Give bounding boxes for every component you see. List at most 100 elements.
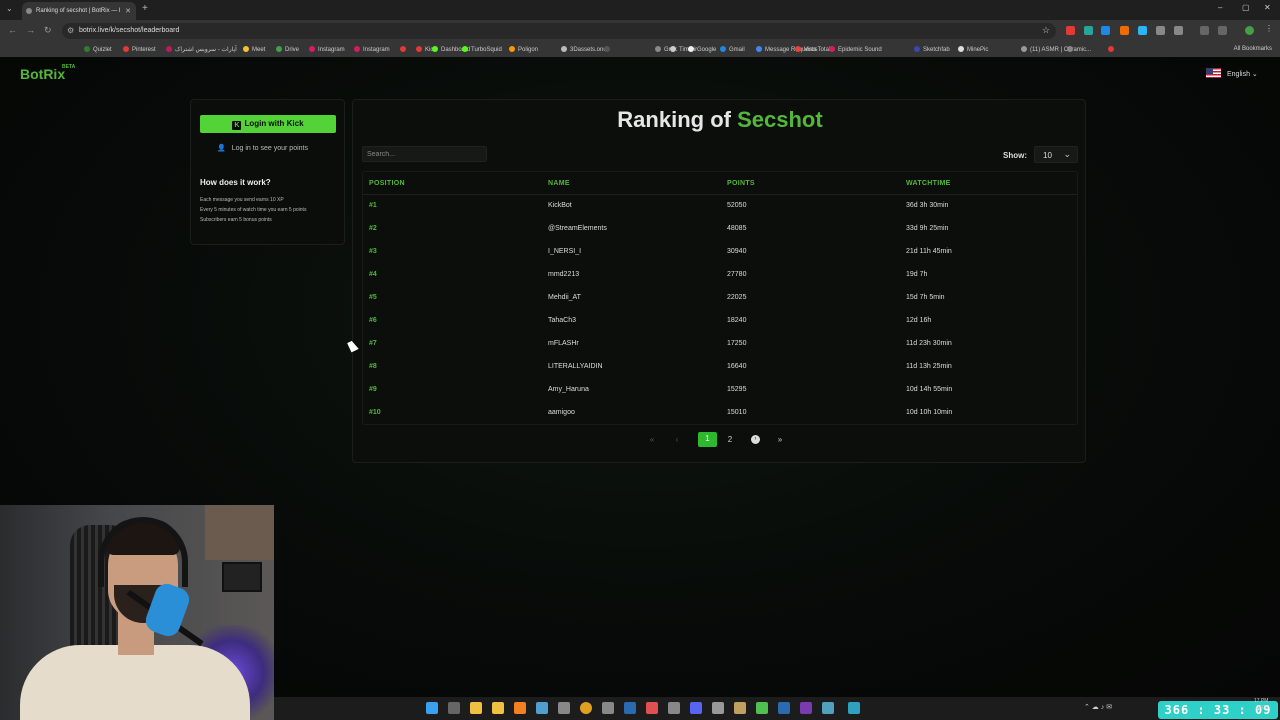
- table-row[interactable]: #3 I_NERSI_I 30940 21d 11h 45min: [363, 241, 1077, 264]
- taskbar-app-icon[interactable]: [756, 702, 768, 714]
- bookmark-item[interactable]: Quizlet: [84, 46, 112, 53]
- table-row[interactable]: #4 mmd2213 27780 19d 7h: [363, 264, 1077, 287]
- bookmark-item[interactable]: Drive: [276, 46, 299, 53]
- address-bar[interactable]: ⚙ botrix.live/k/secshot/leaderboard ☆: [62, 23, 1056, 39]
- bookmark-item[interactable]: Poligon: [509, 46, 538, 53]
- bookmark-item[interactable]: [1067, 46, 1076, 53]
- taskbar-app-icon[interactable]: [800, 702, 812, 714]
- bookmark-star-icon[interactable]: ☆: [1042, 25, 1050, 36]
- taskbar-app-icon[interactable]: [668, 702, 680, 714]
- table-row[interactable]: #9 Amy_Haruna 15295 10d 14h 55min: [363, 379, 1077, 402]
- chrome-icon[interactable]: [580, 702, 592, 714]
- tab-close-icon[interactable]: ✕: [125, 7, 131, 15]
- bookmark-item[interactable]: (11) ASMR | Ceramic...: [1021, 46, 1091, 53]
- cell-points: 48085: [727, 225, 747, 232]
- extension-icon[interactable]: [1138, 26, 1147, 35]
- tab-search-icon[interactable]: ⌄: [6, 4, 13, 13]
- extension-icon[interactable]: [1066, 26, 1075, 35]
- column-header-watchtime[interactable]: WATCHTIME: [906, 180, 951, 187]
- table-row[interactable]: #1 KickBot 52050 36d 3h 30min: [363, 195, 1077, 218]
- bookmark-item[interactable]: [1108, 46, 1117, 53]
- maximize-icon[interactable]: ▢: [1242, 3, 1250, 12]
- bookmark-item[interactable]: Sketchfab: [914, 46, 950, 53]
- extension-icon[interactable]: [1101, 26, 1110, 35]
- back-icon[interactable]: ←: [8, 25, 17, 35]
- prev-page-button[interactable]: ‹: [668, 433, 686, 447]
- table-row[interactable]: #8 LITERALLYAIDIN 16640 11d 13h 25min: [363, 356, 1077, 379]
- bookmark-item[interactable]: VirusTotal: [795, 46, 830, 53]
- bookmark-item[interactable]: TurboSquid: [462, 46, 502, 53]
- page-2-button[interactable]: 2: [721, 433, 739, 447]
- browser-tab-active[interactable]: Ranking of secshot | BotRix — I ✕: [22, 2, 136, 20]
- taskbar-app-icon[interactable]: [470, 702, 482, 714]
- bookmark-item[interactable]: [604, 46, 613, 53]
- taskbar-app-icon[interactable]: [602, 702, 614, 714]
- sidepanel-icon[interactable]: [1218, 26, 1227, 35]
- table-row[interactable]: #2 @StreamElements 48085 33d 9h 25min: [363, 218, 1077, 241]
- bookmark-item[interactable]: 3Dassets.one: [561, 46, 607, 53]
- reload-icon[interactable]: ↻: [44, 25, 52, 36]
- column-header-position[interactable]: POSITION: [369, 180, 405, 187]
- site-logo[interactable]: BotRix BETA: [20, 64, 75, 82]
- close-window-icon[interactable]: ✕: [1264, 3, 1271, 12]
- table-row[interactable]: #5 Mehdii_AT 22025 15d 7h 5min: [363, 287, 1077, 310]
- start-icon[interactable]: [426, 702, 438, 714]
- search-input[interactable]: [362, 146, 487, 162]
- site-info-icon[interactable]: ⚙: [67, 26, 74, 35]
- table-row[interactable]: #10 aamigoo 15010 10d 10h 10min: [363, 402, 1077, 425]
- table-row[interactable]: #6 TahaCh3 18240 12d 16h: [363, 310, 1077, 333]
- cell-position: #7: [369, 340, 377, 347]
- login-with-kick-button[interactable]: K Login with Kick: [200, 115, 336, 133]
- taskbar-app-icon[interactable]: [514, 702, 526, 714]
- taskbar-app-icon[interactable]: [778, 702, 790, 714]
- bookmark-item[interactable]: Instagram: [354, 46, 390, 53]
- page-1-button[interactable]: 1: [698, 432, 717, 447]
- extensions-puzzle-icon[interactable]: [1174, 26, 1183, 35]
- forward-icon[interactable]: →: [26, 25, 35, 35]
- settings-icon[interactable]: [558, 702, 570, 714]
- taskbar-app-icon[interactable]: [734, 702, 746, 714]
- bookmark-item[interactable]: Pinterest: [123, 46, 156, 53]
- bookmark-item[interactable]: MinePic: [958, 46, 988, 53]
- downloads-icon[interactable]: [1200, 26, 1209, 35]
- bookmark-item[interactable]: Epidemic Sound: [829, 46, 882, 53]
- profile-avatar[interactable]: [1245, 26, 1254, 35]
- all-bookmarks[interactable]: All Bookmarks: [1234, 46, 1272, 52]
- bookmark-item[interactable]: آپارات - سرویس اشتراک: [166, 46, 237, 53]
- bookmark-item[interactable]: Instagram: [309, 46, 345, 53]
- taskbar-app-icon[interactable]: [848, 702, 860, 714]
- taskbar-app-icon[interactable]: [712, 702, 724, 714]
- taskbar-app-icon[interactable]: [536, 702, 548, 714]
- page-size-select[interactable]: 10 ⌄: [1034, 146, 1078, 163]
- table-row[interactable]: #7 mFLASHr 17250 11d 23h 30min: [363, 333, 1077, 356]
- login-hint[interactable]: 👤 Log in to see your points: [217, 144, 308, 152]
- next-page-button[interactable]: ›: [751, 435, 760, 444]
- extension-icon[interactable]: [1084, 26, 1093, 35]
- last-page-button[interactable]: »: [771, 433, 789, 447]
- taskbar-app-icon[interactable]: [624, 702, 636, 714]
- how-it-works-line: Every 5 minutes of watch time you earn 5…: [200, 207, 307, 213]
- column-header-points[interactable]: POINTS: [727, 180, 755, 187]
- first-page-button[interactable]: «: [643, 433, 661, 447]
- cell-watchtime: 11d 13h 25min: [906, 363, 952, 370]
- bookmark-item[interactable]: [400, 46, 409, 53]
- bookmark-item[interactable]: Gmail: [720, 46, 745, 53]
- language-selector[interactable]: English ⌄: [1206, 68, 1258, 78]
- minimize-icon[interactable]: –: [1218, 3, 1222, 12]
- extension-icon[interactable]: [1120, 26, 1129, 35]
- file-explorer-icon[interactable]: [492, 702, 504, 714]
- browser-menu-icon[interactable]: ⋮: [1265, 24, 1274, 33]
- bookmark-item[interactable]: Meet: [243, 46, 265, 53]
- page-title: Ranking of Secshot: [617, 107, 823, 132]
- new-tab-icon[interactable]: +: [142, 3, 148, 14]
- url-text: botrix.live/k/secshot/leaderboard: [79, 27, 180, 34]
- system-tray[interactable]: ⌃ ☁ ♪ ✉: [1084, 703, 1112, 711]
- extension-icon[interactable]: [1156, 26, 1165, 35]
- discord-icon[interactable]: [690, 702, 702, 714]
- bookmark-item[interactable]: Google: [688, 46, 716, 53]
- column-header-name[interactable]: NAME: [548, 180, 570, 187]
- system-clock[interactable]: 17 PM /2026: [1254, 698, 1268, 712]
- taskbar-app-icon[interactable]: [448, 702, 460, 714]
- taskbar-app-icon[interactable]: [646, 702, 658, 714]
- taskbar-app-icon[interactable]: [822, 702, 834, 714]
